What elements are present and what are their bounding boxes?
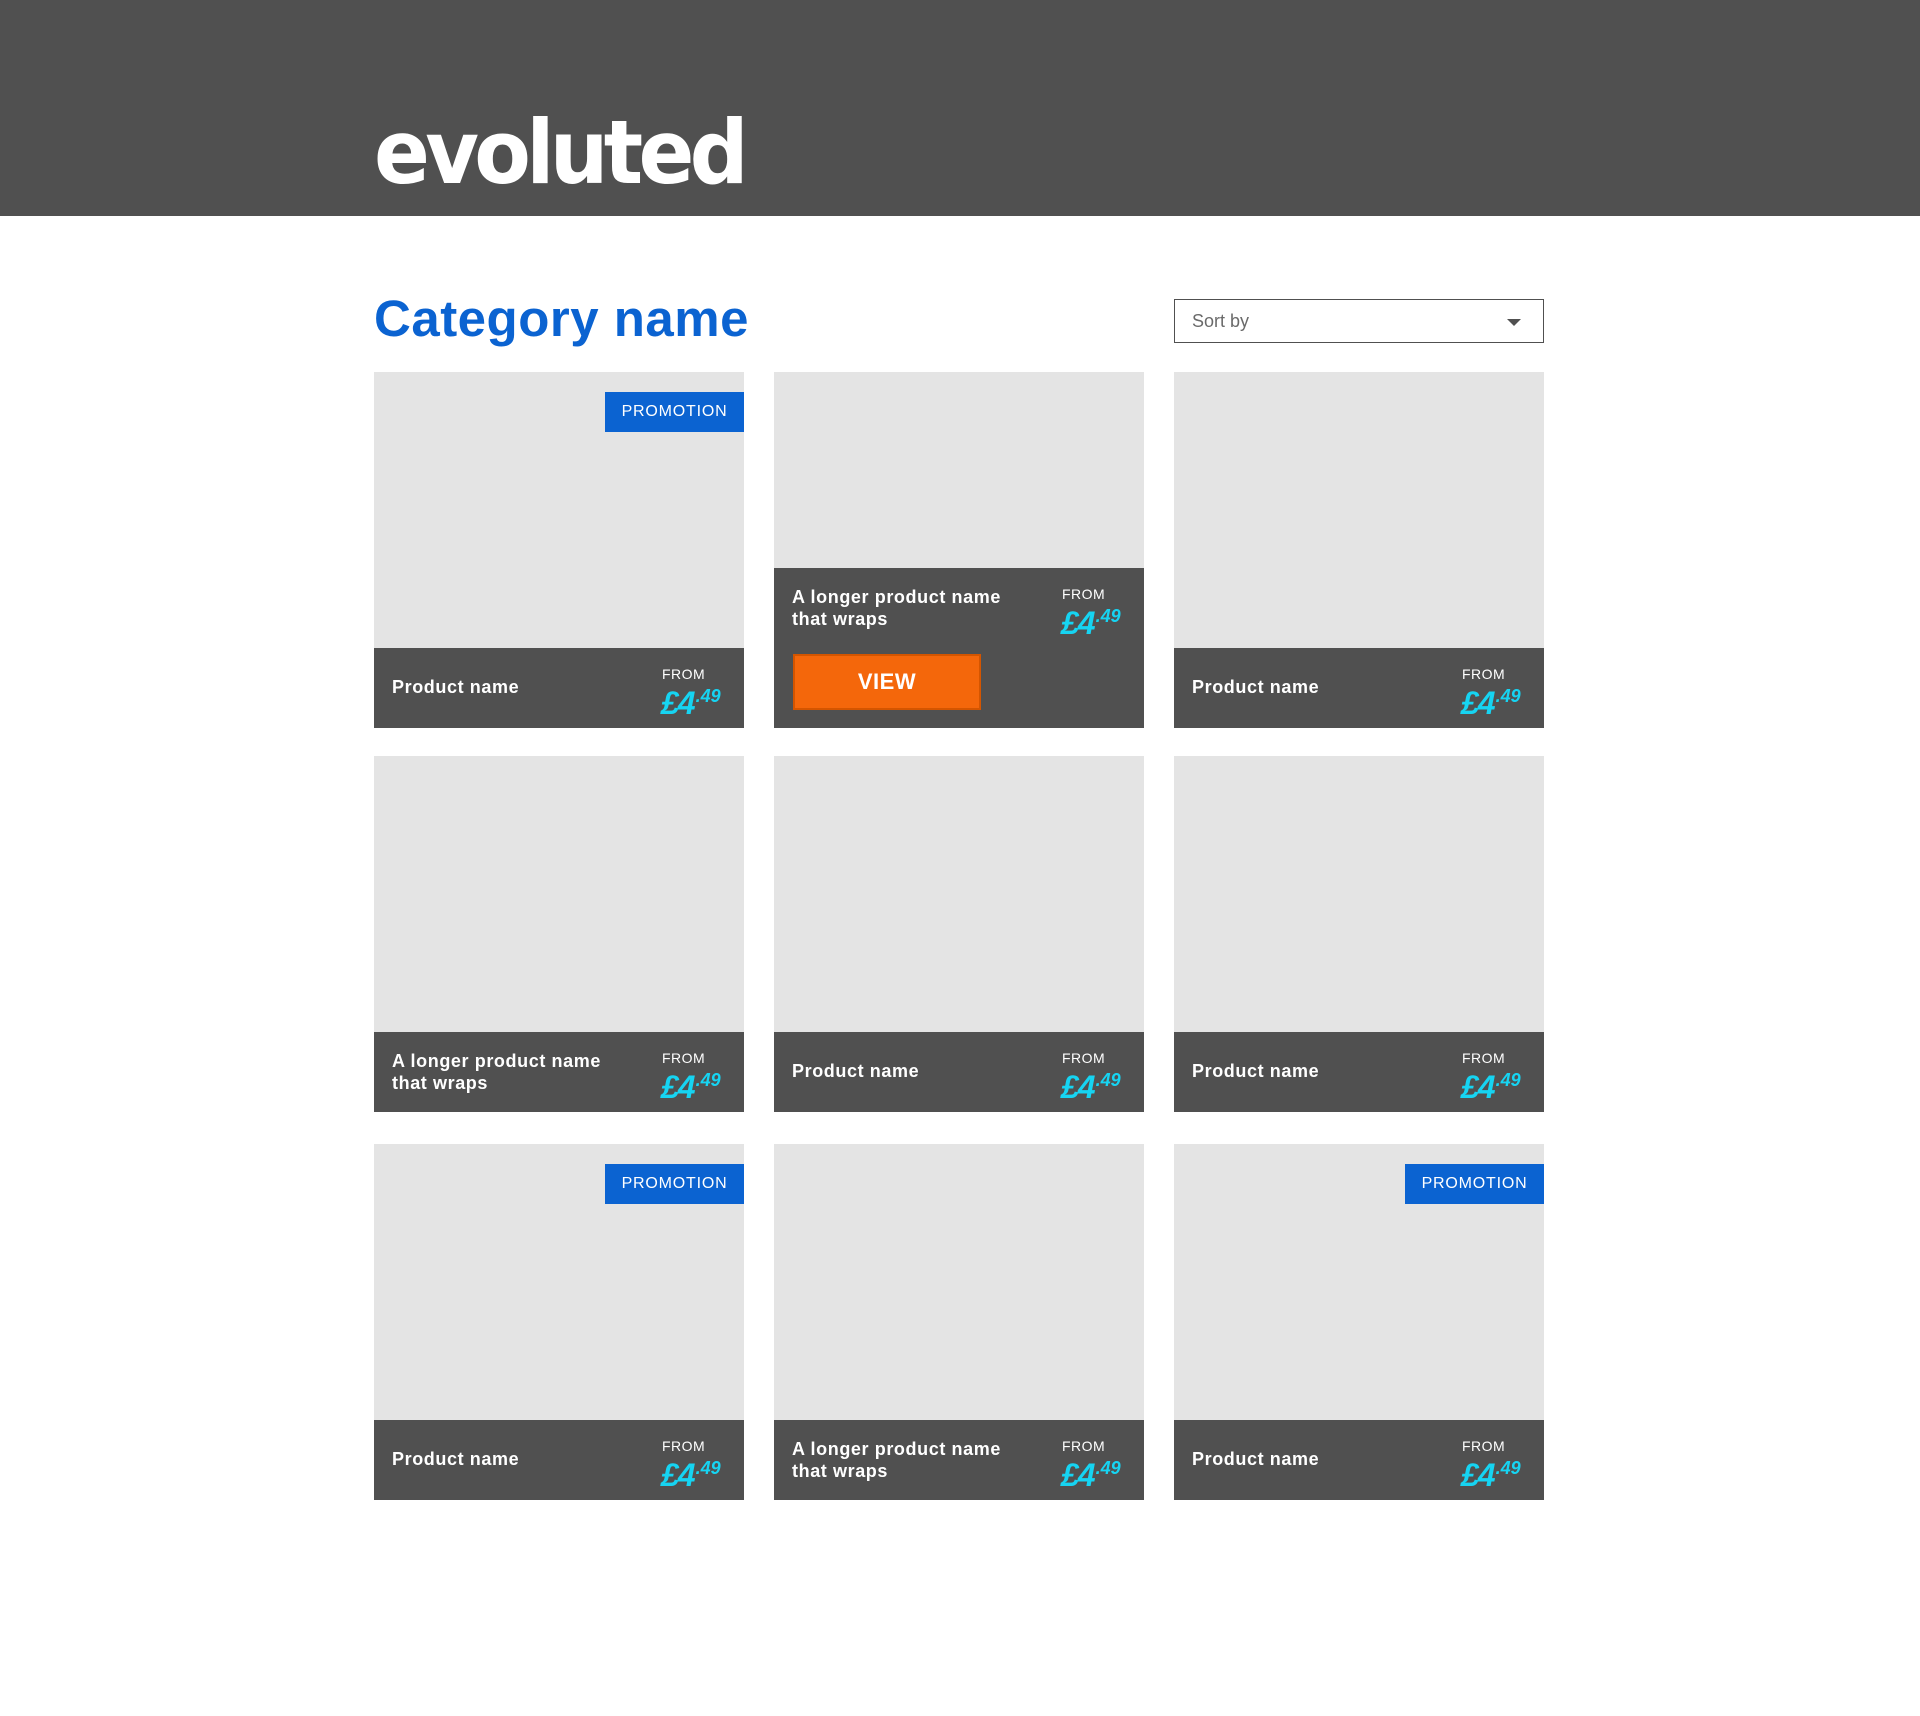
product-info: Product name FROM £4.49 — [1174, 1420, 1544, 1500]
product-info: A longer product name that wraps FROM £4… — [774, 568, 1144, 728]
price-from-label: FROM — [1062, 1438, 1106, 1454]
svg-text:evoluted: evoluted — [374, 112, 744, 192]
evoluted-logo[interactable]: evoluted — [374, 112, 746, 192]
price-pence: .49 — [1495, 1458, 1521, 1478]
product-price: £4.49 — [1061, 1066, 1141, 1108]
product-info: A longer product name that wraps FROM £4… — [774, 1420, 1144, 1500]
price-block: FROM £4.49 — [661, 1051, 741, 1108]
product-price: £4.49 — [661, 1454, 741, 1496]
price-pence: .49 — [1095, 1070, 1121, 1090]
price-pounds: £4 — [1461, 1457, 1496, 1493]
price-pence: .49 — [1095, 1458, 1121, 1478]
price-pounds: £4 — [661, 685, 696, 721]
price-pence: .49 — [1495, 686, 1521, 706]
price-block: FROM £4.49 — [1461, 1051, 1541, 1108]
product-price: £4.49 — [661, 682, 741, 724]
price-from-label: FROM — [1062, 1050, 1106, 1066]
product-info: Product name FROM £4.49 — [774, 1032, 1144, 1112]
price-pounds: £4 — [1061, 1457, 1096, 1493]
price-block: FROM £4.49 — [661, 1439, 741, 1496]
product-info: Product name FROM £4.49 — [374, 648, 744, 728]
price-pence: .49 — [1495, 1070, 1521, 1090]
product-card[interactable]: A longer product name that wraps FROM £4… — [374, 756, 744, 1112]
product-card[interactable]: Product name FROM £4.49 — [774, 756, 1144, 1112]
price-from-label: FROM — [662, 1438, 706, 1454]
price-pounds: £4 — [1061, 605, 1096, 641]
product-name[interactable]: A longer product name that wraps — [792, 586, 1032, 630]
product-price: £4.49 — [1461, 1454, 1541, 1496]
price-pounds: £4 — [1461, 1069, 1496, 1105]
price-pence: .49 — [695, 686, 721, 706]
price-from-label: FROM — [1462, 1438, 1506, 1454]
price-block: FROM £4.49 — [1061, 587, 1141, 644]
product-price: £4.49 — [661, 1066, 741, 1108]
product-name[interactable]: Product name — [792, 1060, 1032, 1082]
product-name[interactable]: A longer product name that wraps — [792, 1438, 1032, 1482]
sort-label: Sort by — [1192, 311, 1250, 331]
price-pounds: £4 — [1461, 685, 1496, 721]
price-from-label: FROM — [1462, 1050, 1506, 1066]
sort-dropdown[interactable]: Sort by — [1174, 299, 1544, 343]
price-block: FROM £4.49 — [1461, 1439, 1541, 1496]
price-from-label: FROM — [662, 666, 706, 682]
product-card[interactable]: Product name FROM £4.49 — [1174, 756, 1544, 1112]
view-button[interactable]: VIEW — [793, 654, 981, 710]
price-pence: .49 — [695, 1070, 721, 1090]
price-from-label: FROM — [1462, 666, 1506, 682]
product-info: Product name FROM £4.49 — [1174, 648, 1544, 728]
product-info: Product name FROM £4.49 — [1174, 1032, 1544, 1112]
product-name[interactable]: A longer product name that wraps — [392, 1050, 632, 1094]
chevron-down-icon — [1507, 319, 1521, 326]
page-title: Category name — [374, 290, 749, 347]
product-card[interactable]: Product name FROM £4.49 — [1174, 372, 1544, 728]
evoluted-logo-mark: evoluted — [374, 112, 746, 192]
product-info: A longer product name that wraps FROM £4… — [374, 1032, 744, 1112]
price-block: FROM £4.49 — [1061, 1439, 1141, 1496]
product-name[interactable]: Product name — [392, 676, 632, 698]
promotion-badge: PROMOTION — [605, 392, 744, 432]
price-pence: .49 — [695, 1458, 721, 1478]
product-card[interactable]: PROMOTION Product name FROM £4.49 — [374, 372, 744, 728]
product-price: £4.49 — [1461, 1066, 1541, 1108]
product-price: £4.49 — [1061, 602, 1141, 644]
product-card[interactable]: A longer product name that wraps FROM £4… — [774, 372, 1144, 728]
product-card[interactable]: PROMOTION Product name FROM £4.49 — [1174, 1144, 1544, 1500]
product-info: Product name FROM £4.49 — [374, 1420, 744, 1500]
product-name[interactable]: Product name — [1192, 1060, 1432, 1082]
price-pounds: £4 — [661, 1457, 696, 1493]
product-name[interactable]: Product name — [1192, 676, 1432, 698]
product-name[interactable]: Product name — [392, 1448, 632, 1470]
price-pounds: £4 — [1061, 1069, 1096, 1105]
product-price: £4.49 — [1061, 1454, 1141, 1496]
promotion-badge: PROMOTION — [605, 1164, 744, 1204]
price-from-label: FROM — [1062, 586, 1106, 602]
price-pounds: £4 — [661, 1069, 696, 1105]
price-block: FROM £4.49 — [1461, 667, 1541, 724]
product-price: £4.49 — [1461, 682, 1541, 724]
price-from-label: FROM — [662, 1050, 706, 1066]
site-header: evoluted — [0, 0, 1920, 216]
product-card[interactable]: PROMOTION Product name FROM £4.49 — [374, 1144, 744, 1500]
promotion-badge: PROMOTION — [1405, 1164, 1544, 1204]
price-pence: .49 — [1095, 606, 1121, 626]
product-name[interactable]: Product name — [1192, 1448, 1432, 1470]
product-card[interactable]: A longer product name that wraps FROM £4… — [774, 1144, 1144, 1500]
price-block: FROM £4.49 — [1061, 1051, 1141, 1108]
price-block: FROM £4.49 — [661, 667, 741, 724]
